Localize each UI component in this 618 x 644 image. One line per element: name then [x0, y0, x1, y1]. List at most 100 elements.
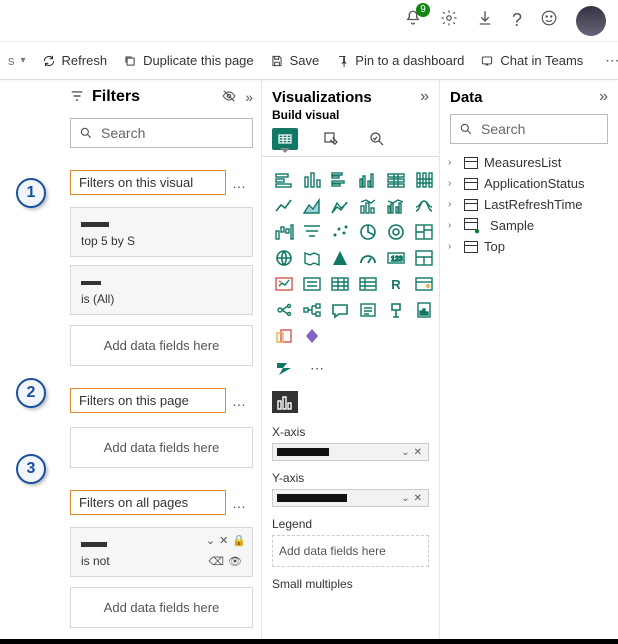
filters-visual-header[interactable]: Filters on this visual — [70, 170, 226, 195]
viz-type-donut[interactable] — [384, 221, 408, 243]
viz-type-r[interactable]: R — [384, 273, 408, 295]
viz-type-decomposition[interactable] — [300, 299, 324, 321]
viz-type-azure-map[interactable] — [328, 247, 352, 269]
refresh-button[interactable]: Refresh — [42, 53, 108, 68]
field-table-item[interactable]: › LastRefreshTime — [446, 194, 612, 215]
filters-page-header[interactable]: Filters on this page — [70, 388, 226, 413]
collapse-data-icon[interactable]: » — [599, 88, 608, 106]
viz-type-pie[interactable] — [356, 221, 380, 243]
add-filter-visual[interactable]: Add data fields here — [70, 325, 253, 366]
viz-type-treemap[interactable] — [412, 221, 436, 243]
viz-type-powerapps[interactable] — [300, 325, 324, 347]
viz-type-area[interactable] — [300, 195, 324, 217]
yaxis-field[interactable]: ⌄✕ — [272, 489, 429, 507]
clear-card-icon[interactable]: ✕ — [219, 534, 228, 547]
viz-type-gauge[interactable] — [356, 247, 380, 269]
chat-button[interactable]: Chat in Teams — [480, 53, 583, 68]
viz-type-key-influencers[interactable] — [272, 299, 296, 321]
viz-type-kpi[interactable] — [272, 273, 296, 295]
all-section-more[interactable]: … — [226, 495, 253, 511]
viz-type-slicer[interactable] — [300, 273, 324, 295]
duplicate-button[interactable]: Duplicate this page — [123, 53, 254, 68]
viz-type-line[interactable] — [272, 195, 296, 217]
download-icon[interactable] — [476, 9, 494, 32]
visual-section-more[interactable]: … — [226, 175, 253, 191]
add-filter-page[interactable]: Add data fields here — [70, 427, 253, 468]
field-list: › MeasuresList › ApplicationStatus › Las… — [440, 150, 618, 259]
notifications-icon[interactable]: 9 — [404, 9, 422, 32]
remove-field-icon[interactable]: ✕ — [412, 493, 424, 504]
mode-build-icon[interactable] — [272, 128, 298, 150]
viz-type-ribbon[interactable] — [412, 195, 436, 217]
toolbar-more-icon[interactable]: ⋯ — [599, 52, 618, 69]
viz-type-scatter[interactable] — [328, 221, 352, 243]
annotation-2: 2 — [16, 378, 46, 408]
viz-type-paginated[interactable] — [412, 299, 436, 321]
filter-card[interactable]: ⌄ ✕ 🔒 is not ⌫ 👁 — [70, 527, 253, 577]
field-table-item[interactable]: › ● Sample — [446, 215, 612, 236]
collapse-filters-icon[interactable]: » — [245, 89, 253, 105]
add-filter-all[interactable]: Add data fields here — [70, 587, 253, 628]
viz-type-line-clustered[interactable] — [384, 195, 408, 217]
filters-search[interactable]: Search — [70, 118, 253, 148]
field-table-item[interactable]: › MeasuresList — [446, 152, 612, 173]
viz-type-clustered-bar[interactable] — [328, 169, 352, 191]
viz-type-smart-narrative[interactable] — [356, 299, 380, 321]
filters-all-header[interactable]: Filters on all pages — [70, 490, 226, 515]
viz-type-app[interactable] — [272, 325, 296, 347]
viz-type-qna[interactable] — [328, 299, 352, 321]
build-visual-label: Build visual — [262, 108, 439, 126]
feedback-icon[interactable] — [540, 9, 558, 32]
viz-type-100-column[interactable] — [412, 169, 436, 191]
legend-add-field[interactable]: Add data fields here — [272, 535, 429, 567]
viz-type-stacked-column[interactable] — [300, 169, 324, 191]
more-visuals-icon[interactable]: ⋯ — [304, 360, 331, 377]
save-button[interactable]: Save — [270, 53, 320, 68]
viz-type-clustered-column[interactable] — [356, 169, 380, 191]
viz-type-py[interactable] — [412, 273, 436, 295]
collapse-viz-icon[interactable]: » — [420, 88, 429, 106]
field-table-item[interactable]: › ApplicationStatus — [446, 173, 612, 194]
viz-type-100-bar[interactable] — [384, 169, 408, 191]
selected-visual-icon[interactable] — [272, 391, 298, 413]
viz-type-card[interactable]: 123 — [384, 247, 408, 269]
chevron-down-icon[interactable]: ⌄ — [399, 493, 411, 504]
lock-card-icon[interactable]: 🔒 — [232, 534, 246, 547]
chevron-right-icon: › — [448, 157, 458, 168]
viz-type-filled-map[interactable] — [300, 247, 324, 269]
settings-icon[interactable] — [440, 9, 458, 32]
xaxis-field[interactable]: ⌄✕ — [272, 443, 429, 461]
viz-type-map[interactable] — [272, 247, 296, 269]
viz-type-waterfall[interactable] — [272, 221, 296, 243]
viz-type-matrix[interactable] — [356, 273, 380, 295]
visibility-icon[interactable]: 👁 — [228, 555, 242, 568]
erase-icon[interactable]: ⌫ — [208, 555, 224, 568]
mode-format-icon[interactable] — [318, 128, 344, 150]
refresh-label: Refresh — [62, 53, 108, 68]
viz-type-automate[interactable] — [272, 357, 296, 379]
field-name: Sample — [490, 218, 534, 233]
data-search[interactable]: Search — [450, 114, 608, 144]
field-table-item[interactable]: › Top — [446, 236, 612, 257]
hide-filters-icon[interactable] — [221, 89, 237, 106]
viz-type-multi-card[interactable] — [412, 247, 436, 269]
visualization-gallery: 123 R — [262, 157, 439, 353]
viz-type-stacked-area[interactable] — [328, 195, 352, 217]
chevron-down-icon[interactable]: ⌄ — [399, 447, 411, 458]
viz-type-funnel[interactable] — [300, 221, 324, 243]
filter-card[interactable]: top 5 by S — [70, 207, 253, 257]
mode-analytics-icon[interactable] — [364, 128, 390, 150]
avatar[interactable] — [576, 6, 606, 36]
xaxis-label: X-axis — [272, 425, 429, 439]
pin-button[interactable]: Pin to a dashboard — [335, 53, 464, 68]
viz-type-table[interactable] — [328, 273, 352, 295]
help-icon[interactable]: ? — [512, 10, 522, 31]
page-section-more[interactable]: … — [226, 393, 253, 409]
expand-card-icon[interactable]: ⌄ — [206, 534, 215, 547]
remove-field-icon[interactable]: ✕ — [412, 447, 424, 458]
dropdown-left[interactable]: s ▾ — [8, 53, 26, 68]
viz-type-stacked-bar[interactable] — [272, 169, 296, 191]
filter-card[interactable]: is (All) — [70, 265, 253, 315]
viz-type-line-stacked[interactable] — [356, 195, 380, 217]
viz-type-goals[interactable] — [384, 299, 408, 321]
